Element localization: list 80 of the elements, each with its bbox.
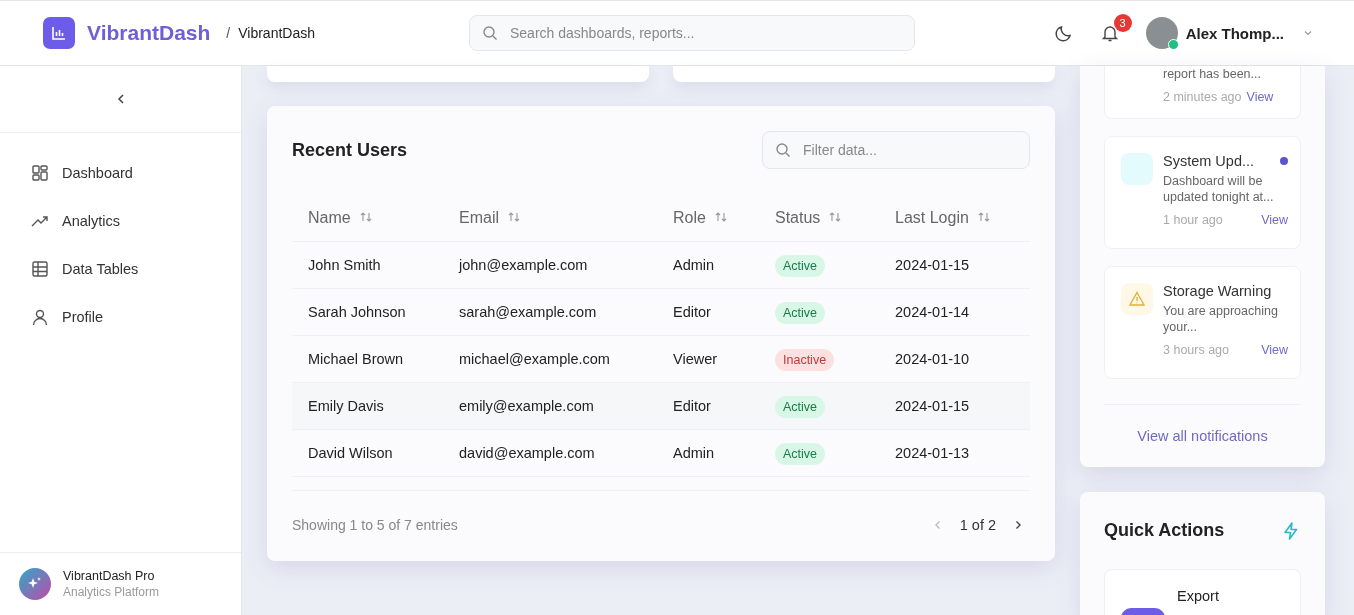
table-cell: Admin (673, 257, 715, 273)
sort-icon[interactable] (828, 210, 843, 224)
status-badge: Active (775, 302, 826, 324)
entries-summary: Showing 1 to 5 of 7 entries (292, 517, 458, 533)
notification-item[interactable]: report has been... 2 minutes ago View (1104, 66, 1301, 119)
search-icon (482, 25, 498, 41)
table-cell: john@example.com (459, 257, 588, 273)
warning-icon (1121, 283, 1153, 315)
column-header[interactable]: Last Login (895, 209, 969, 226)
sort-icon[interactable] (507, 210, 521, 224)
product-name: VibrantDash Pro (63, 569, 156, 583)
table-cell: Viewer (673, 351, 718, 367)
table-cell: michael@example.com (459, 351, 610, 367)
breadcrumb-separator: / (226, 25, 231, 41)
search-field[interactable]: Search dashboards, reports... (469, 15, 915, 51)
quick-action-item[interactable]: Export (1104, 569, 1301, 615)
avatar[interactable] (1145, 17, 1178, 49)
status-badge: Active (775, 443, 826, 465)
notification-title: System Upd... (1163, 153, 1255, 169)
card-title: Quick Actions (1104, 520, 1225, 541)
column-header[interactable]: Role (673, 209, 706, 226)
column-header[interactable]: Name (308, 209, 351, 226)
table-cell: Emily Davis (308, 398, 384, 414)
notification-message: Dashboard will be updated tonight at... (1163, 173, 1275, 205)
table-cell: sarah@example.com (459, 304, 597, 320)
table-cell: 2024-01-15 (895, 257, 970, 273)
column-header[interactable]: Status (775, 209, 821, 226)
nav-item[interactable]: Profile (30, 297, 241, 337)
sort-icon[interactable] (713, 210, 728, 224)
table-cell: 2024-01-15 (895, 398, 970, 414)
search-icon (775, 142, 791, 158)
user-name[interactable]: Alex Thomp... (1185, 24, 1284, 42)
status-badge: Inactive (775, 349, 835, 371)
user-icon (30, 307, 50, 327)
card-title: Recent Users (292, 139, 408, 161)
table-cell: david@example.com (459, 445, 595, 461)
moon-icon[interactable] (1053, 23, 1074, 43)
table-cell: Admin (673, 445, 715, 461)
notification-badge: 3 (1113, 14, 1132, 32)
table-cell: Editor (673, 398, 711, 414)
filter-field[interactable]: Filter data... (762, 131, 1030, 169)
bell-icon[interactable] (1099, 23, 1120, 43)
nav-item[interactable]: Dashboard (30, 153, 241, 193)
table-cell: Editor (673, 304, 711, 320)
sparkle-icon (19, 568, 51, 600)
dashboard-icon (30, 163, 50, 183)
breadcrumb[interactable]: VibrantDash (238, 25, 315, 41)
table-cell: Sarah Johnson (308, 304, 406, 320)
nav-item[interactable]: Data Tables (30, 249, 241, 289)
page-indicator: 1 of 2 (959, 517, 996, 533)
status-badge: Active (775, 396, 826, 418)
notification-time: 1 hour ago (1163, 213, 1223, 227)
table-cell: emily@example.com (459, 398, 594, 414)
table-cell: David Wilson (308, 445, 393, 461)
notification-item[interactable]: Storage Warning You are approaching your... 3 hours ago View (1104, 266, 1301, 379)
info-icon (1121, 153, 1153, 185)
notification-message: You are approaching your... (1163, 303, 1279, 335)
sort-icon[interactable] (976, 210, 991, 224)
product-subtitle: Analytics Platform (63, 585, 160, 599)
view-all-link[interactable]: View all notifications (1137, 428, 1268, 444)
table-icon (30, 259, 50, 279)
view-link[interactable]: View (1261, 343, 1288, 357)
table-cell: 2024-01-14 (895, 304, 970, 320)
notification-message: report has been... (1163, 66, 1262, 82)
table-cell: 2024-01-10 (895, 351, 970, 367)
table-cell: John Smith (308, 257, 381, 273)
notification-title: Storage Warning (1163, 283, 1272, 299)
sort-icon[interactable] (358, 210, 373, 224)
column-header[interactable]: Email (459, 209, 499, 226)
status-badge: Active (775, 255, 826, 277)
brand-name[interactable]: VibrantDash (87, 21, 211, 45)
notification-time: 2 minutes ago (1163, 90, 1242, 104)
notification-time: 3 hours ago (1163, 343, 1230, 357)
logo-icon[interactable] (43, 17, 75, 49)
notification-item[interactable]: System Upd... Dashboard will be updated tonight at... 1 hour ago View (1104, 136, 1301, 249)
table-cell: 2024-01-13 (895, 445, 970, 461)
nav-item[interactable]: Analytics (30, 201, 241, 241)
table-cell: Michael Brown (308, 351, 404, 367)
view-link[interactable]: View (1246, 90, 1274, 104)
view-link[interactable]: View (1261, 213, 1288, 227)
